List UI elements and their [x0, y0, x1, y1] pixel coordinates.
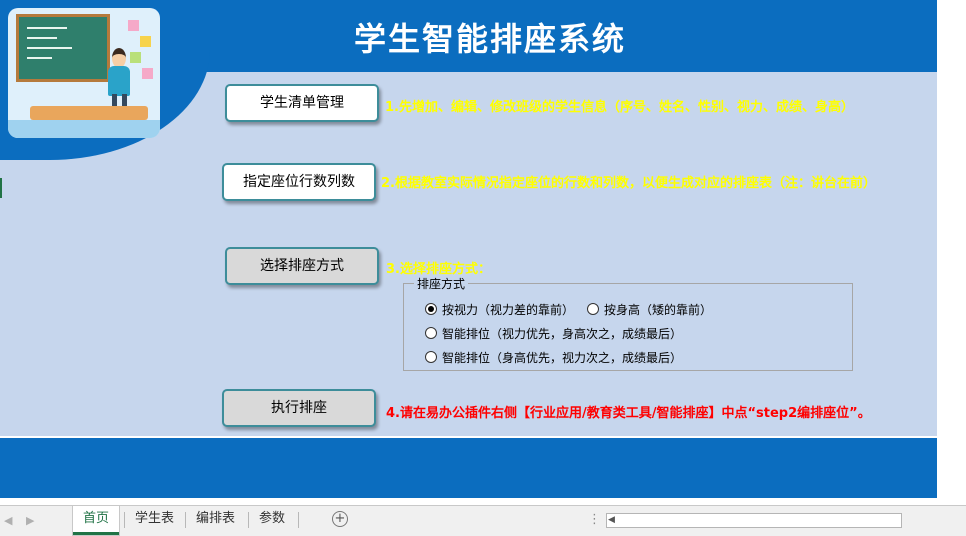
more-icon[interactable]: ⋮ — [588, 512, 601, 527]
radio-selected-icon — [425, 303, 437, 315]
step2-text: 2.根据教室实际情况指定座位的行数和列数，以便生成对应的排座表（注：讲台在前） — [381, 176, 876, 191]
row-indicator — [0, 178, 2, 198]
tab-arrangement[interactable]: 编排表 — [186, 506, 245, 532]
step1-text: 1.先增加、编辑、修改班级的学生信息（序号、姓名、性别、视力、成绩、身高） — [385, 100, 854, 115]
seat-mode-group-title: 排座方式 — [414, 275, 469, 292]
classroom-illustration — [8, 8, 160, 138]
radio-empty-icon — [587, 303, 599, 315]
tab-home[interactable]: 首页 — [73, 506, 120, 535]
left-arrow-icon[interactable]: ◀ — [4, 514, 12, 527]
horizontal-scrollbar[interactable]: ◀ — [606, 513, 902, 528]
right-arrow-icon[interactable]: ▶ — [26, 514, 34, 527]
worksheet-area: 学生智能排座系统 学生清单管理 1.先增加、编辑、修改班级的学生信息（序号、姓名… — [0, 0, 966, 505]
right-margin — [937, 0, 966, 505]
teacher-figure — [112, 48, 126, 68]
page-title: 学生智能排座系统 — [353, 20, 626, 58]
footer-bar — [0, 436, 937, 498]
student-list-button[interactable]: 学生清单管理 — [225, 84, 379, 122]
radio-empty-icon — [425, 327, 437, 339]
chalkboard — [16, 14, 110, 82]
scroll-left-icon[interactable]: ◀ — [608, 514, 615, 527]
execute-button[interactable]: 执行排座 — [222, 389, 376, 427]
desk — [30, 106, 148, 120]
select-mode-button[interactable]: 选择排座方式 — [225, 247, 379, 285]
sheet-tab-bar: ◀ ▶ 首页 学生表 编排表 参数 + ⋮ ◀ — [0, 505, 966, 536]
dashboard-panel: 学生智能排座系统 学生清单管理 1.先增加、编辑、修改班级的学生信息（序号、姓名… — [0, 0, 937, 498]
radio-vision[interactable]: 按视力（视力差的靠前） — [425, 301, 574, 318]
radio-smart-height-first[interactable]: 智能排位（身高优先，视力次之，成绩最后） — [425, 349, 682, 366]
plus-circle-icon[interactable]: + — [332, 511, 348, 527]
tab-params[interactable]: 参数 — [249, 506, 295, 532]
tab-students[interactable]: 学生表 — [125, 506, 184, 532]
radio-smart-vision-first[interactable]: 智能排位（视力优先，身高次之，成绩最后） — [425, 325, 682, 342]
seat-mode-group: 排座方式 按视力（视力差的靠前） 按身高（矮的靠前） 智能排位（视力优先，身高次… — [403, 275, 853, 371]
radio-empty-icon — [425, 351, 437, 363]
step4-text: 4.请在易办公插件右侧【行业应用/教育类工具/智能排座】中点“step2编排座位… — [386, 406, 871, 421]
radio-height[interactable]: 按身高（矮的靠前） — [587, 301, 712, 318]
seat-rows-cols-button[interactable]: 指定座位行数列数 — [222, 163, 376, 201]
scroll-thumb[interactable] — [621, 515, 899, 525]
